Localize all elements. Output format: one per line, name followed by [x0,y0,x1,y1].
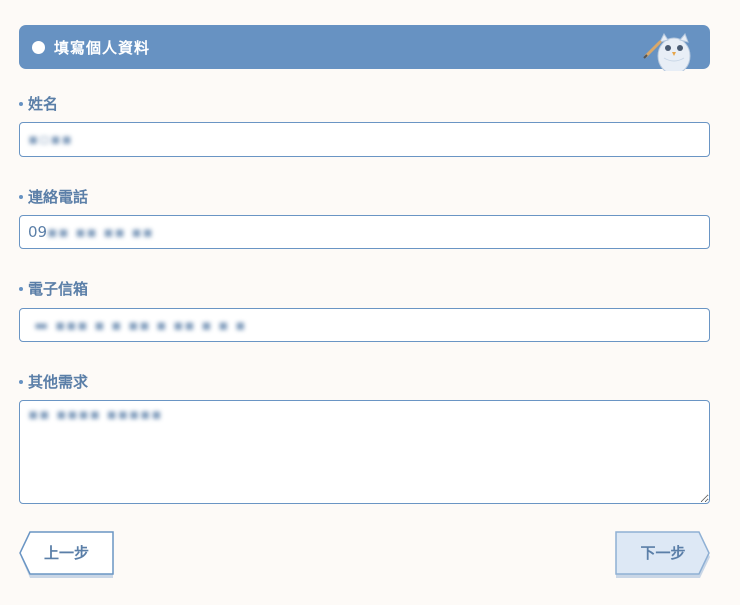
circle-bullet-icon [32,40,45,54]
phone-label: 連絡電話 [19,186,88,207]
next-button[interactable]: 下一步 [614,531,712,578]
notes-textarea[interactable] [19,400,710,504]
phone-input[interactable] [19,215,710,249]
email-label: 電子信箱 [19,278,88,299]
notes-label-text: 其他需求 [28,373,89,391]
label-bullet-icon [19,101,23,106]
notes-label: 其他需求 [19,371,88,392]
email-label-text: 電子信箱 [28,280,89,298]
label-bullet-icon [19,194,23,199]
label-bullet-icon [19,379,23,384]
section-title: 填寫個人資料 [54,38,151,57]
name-label-text: 姓名 [28,95,59,113]
section-header: 填寫個人資料 [19,25,710,71]
phone-label-text: 連絡電話 [28,188,89,206]
label-bullet-icon [19,286,23,291]
name-label: 姓名 [19,93,58,114]
prev-button[interactable]: 上一步 [18,531,115,578]
prev-button-label: 上一步 [43,543,89,562]
next-button-label: 下一步 [640,543,686,562]
email-input[interactable] [19,308,710,342]
name-input[interactable] [19,122,710,157]
owl-mascot-icon [643,33,691,71]
